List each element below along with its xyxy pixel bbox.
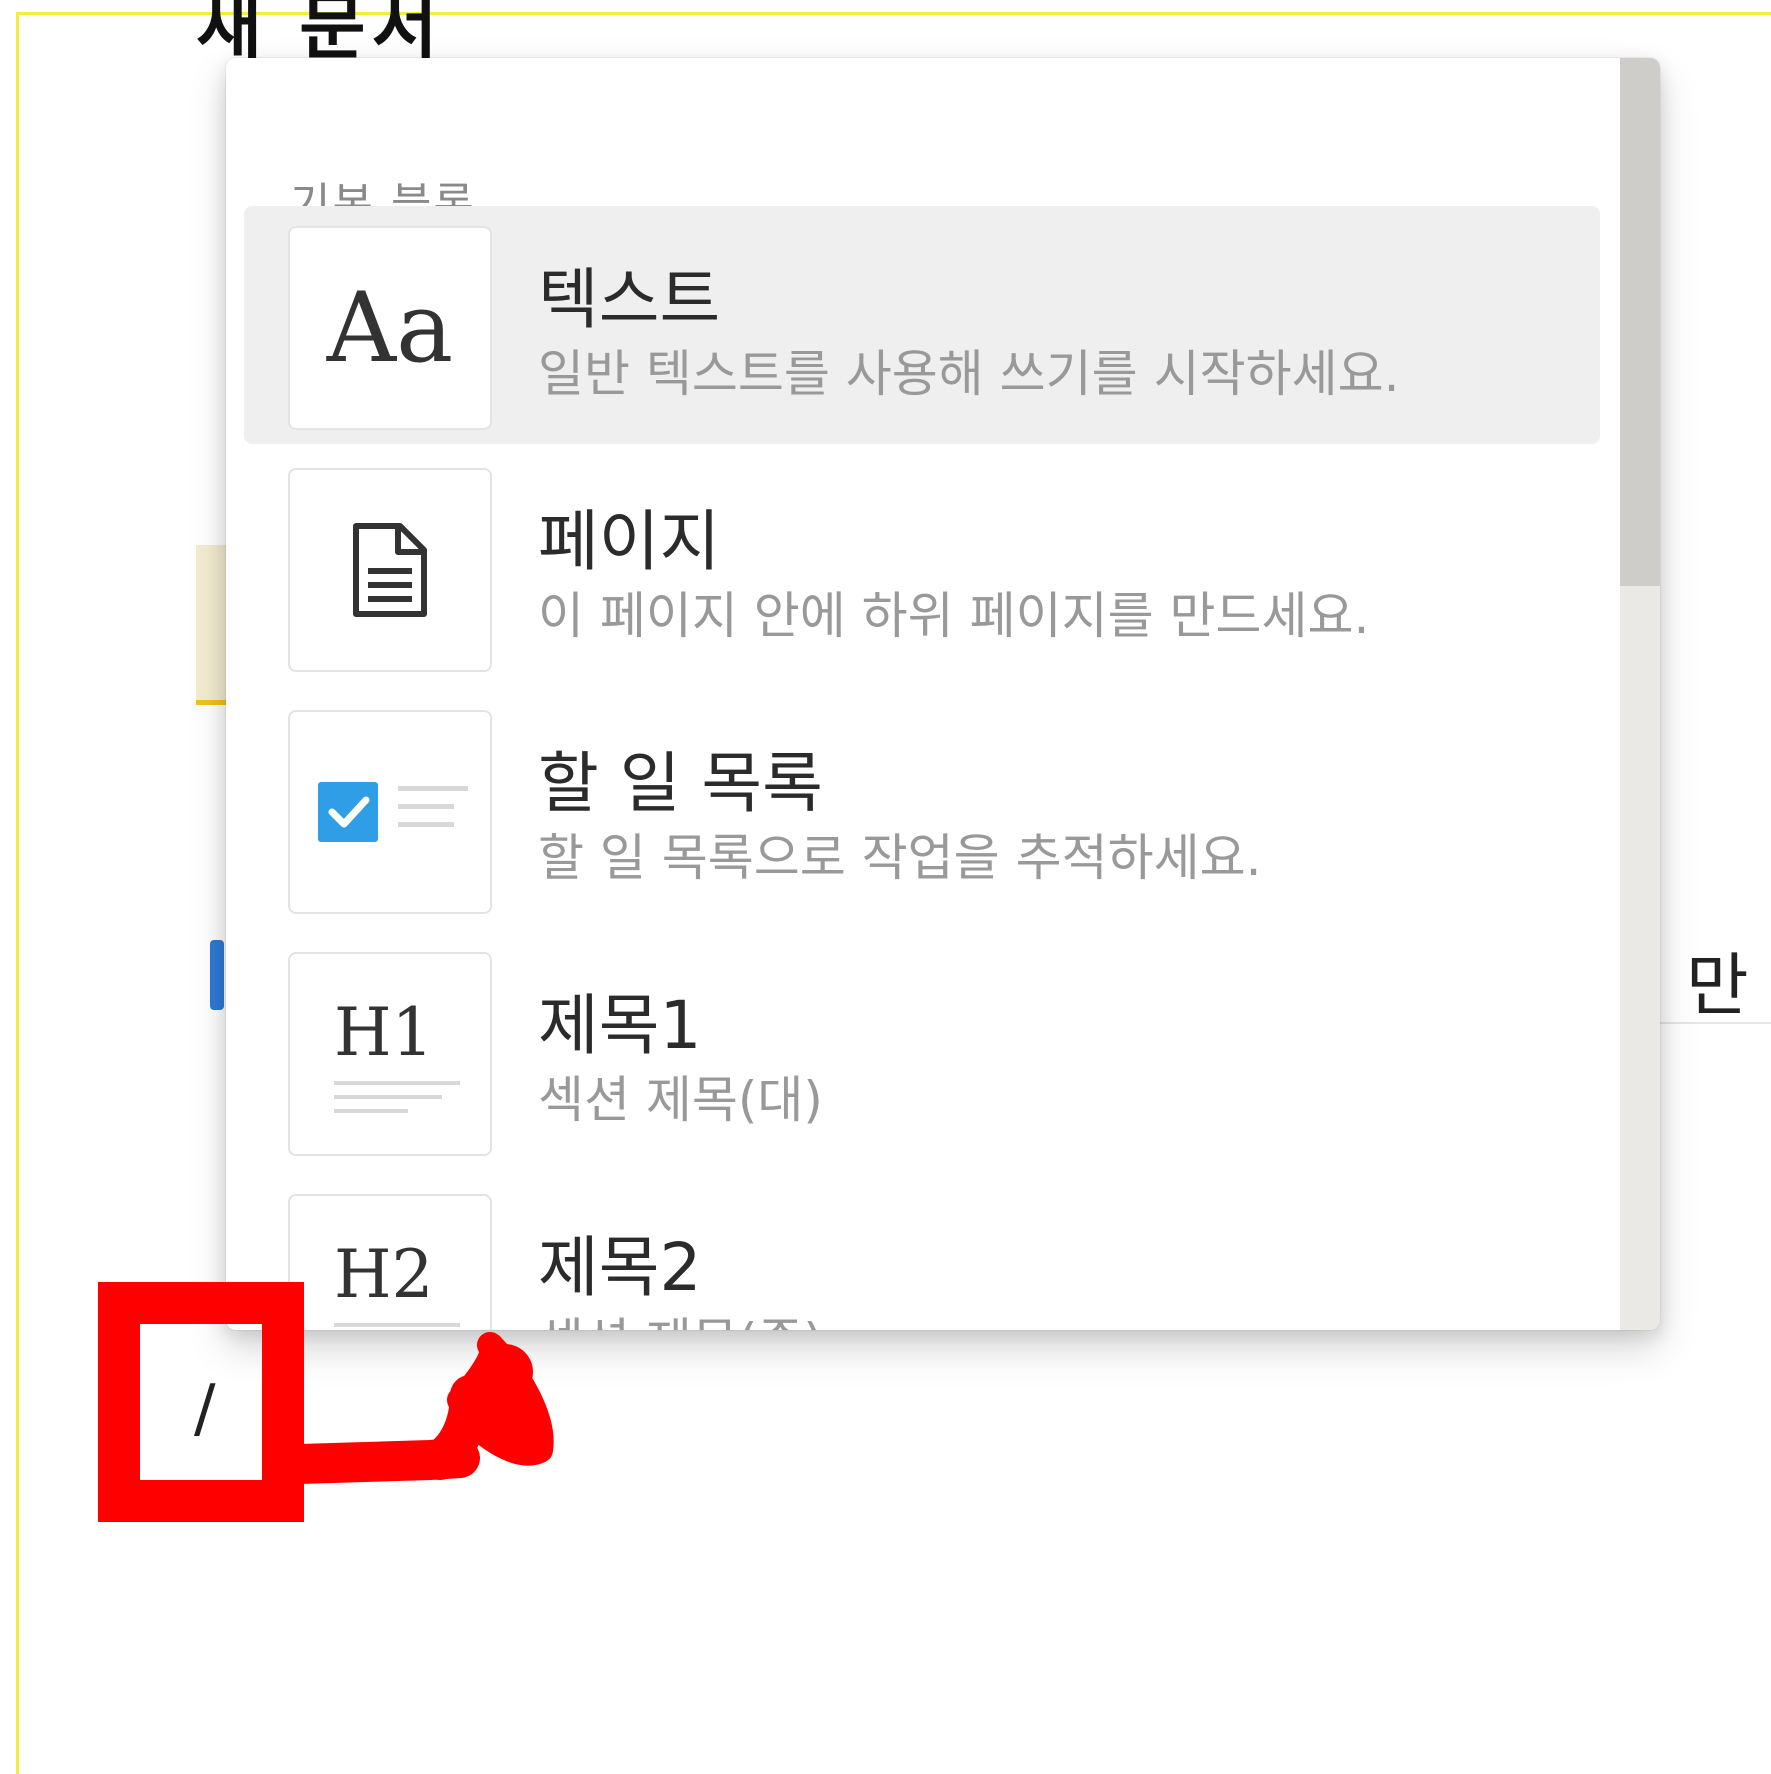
annotation-arrow-icon xyxy=(280,1332,554,1484)
screenshot-stage: 새 문서 만 기본 블록 Aa 텍스트 일반 텍스트를 사용해 쓰기를 시작하세… xyxy=(0,0,1771,1774)
